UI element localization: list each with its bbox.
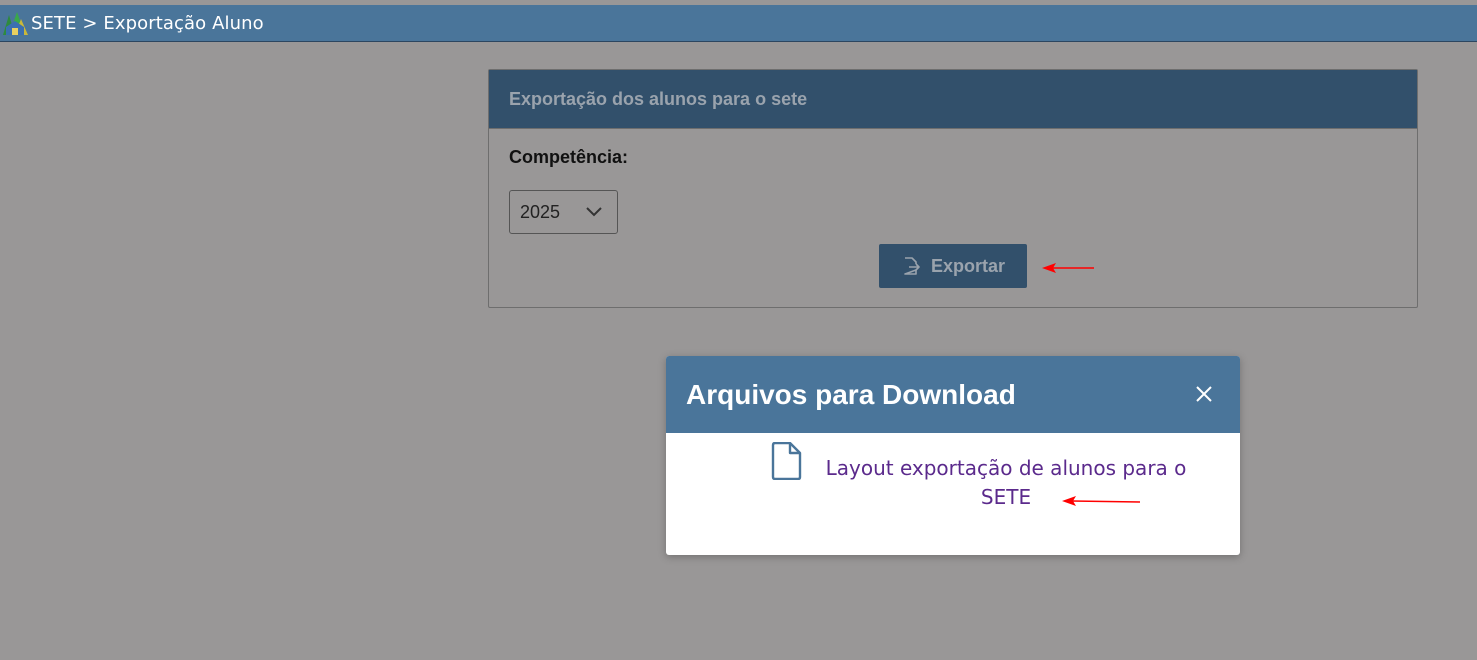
competencia-label: Competência:	[509, 147, 629, 167]
close-icon[interactable]	[1196, 386, 1212, 402]
panel-title: Exportação dos alunos para o sete	[509, 88, 808, 109]
breadcrumb: SETE > Exportação Aluno	[31, 12, 264, 34]
modal-title: Arquivos para Download	[686, 378, 1016, 410]
annotation-arrow-icon	[1042, 263, 1094, 273]
competencia-selected-value: 2025	[520, 201, 561, 222]
download-modal: Arquivos para Download Layout exportação…	[666, 356, 1240, 555]
download-file-link[interactable]: Layout exportação de alunos para o SETE	[806, 454, 1206, 512]
panel-header: Exportação dos alunos para o sete	[489, 70, 1417, 129]
file-icon	[771, 442, 802, 480]
export-panel: Exportação dos alunos para o sete Compet…	[488, 69, 1418, 308]
export-file-icon	[904, 257, 920, 275]
sete-logo-icon	[1, 9, 29, 37]
modal-header: Arquivos para Download	[666, 356, 1240, 433]
export-button-label: Exportar	[930, 255, 1006, 276]
annotation-arrow-icon	[1062, 496, 1141, 506]
competencia-select[interactable]: 2025	[509, 190, 618, 234]
export-button[interactable]: Exportar	[879, 244, 1027, 288]
top-bar: SETE > Exportação Aluno	[0, 5, 1477, 42]
chevron-down-icon	[586, 207, 602, 217]
